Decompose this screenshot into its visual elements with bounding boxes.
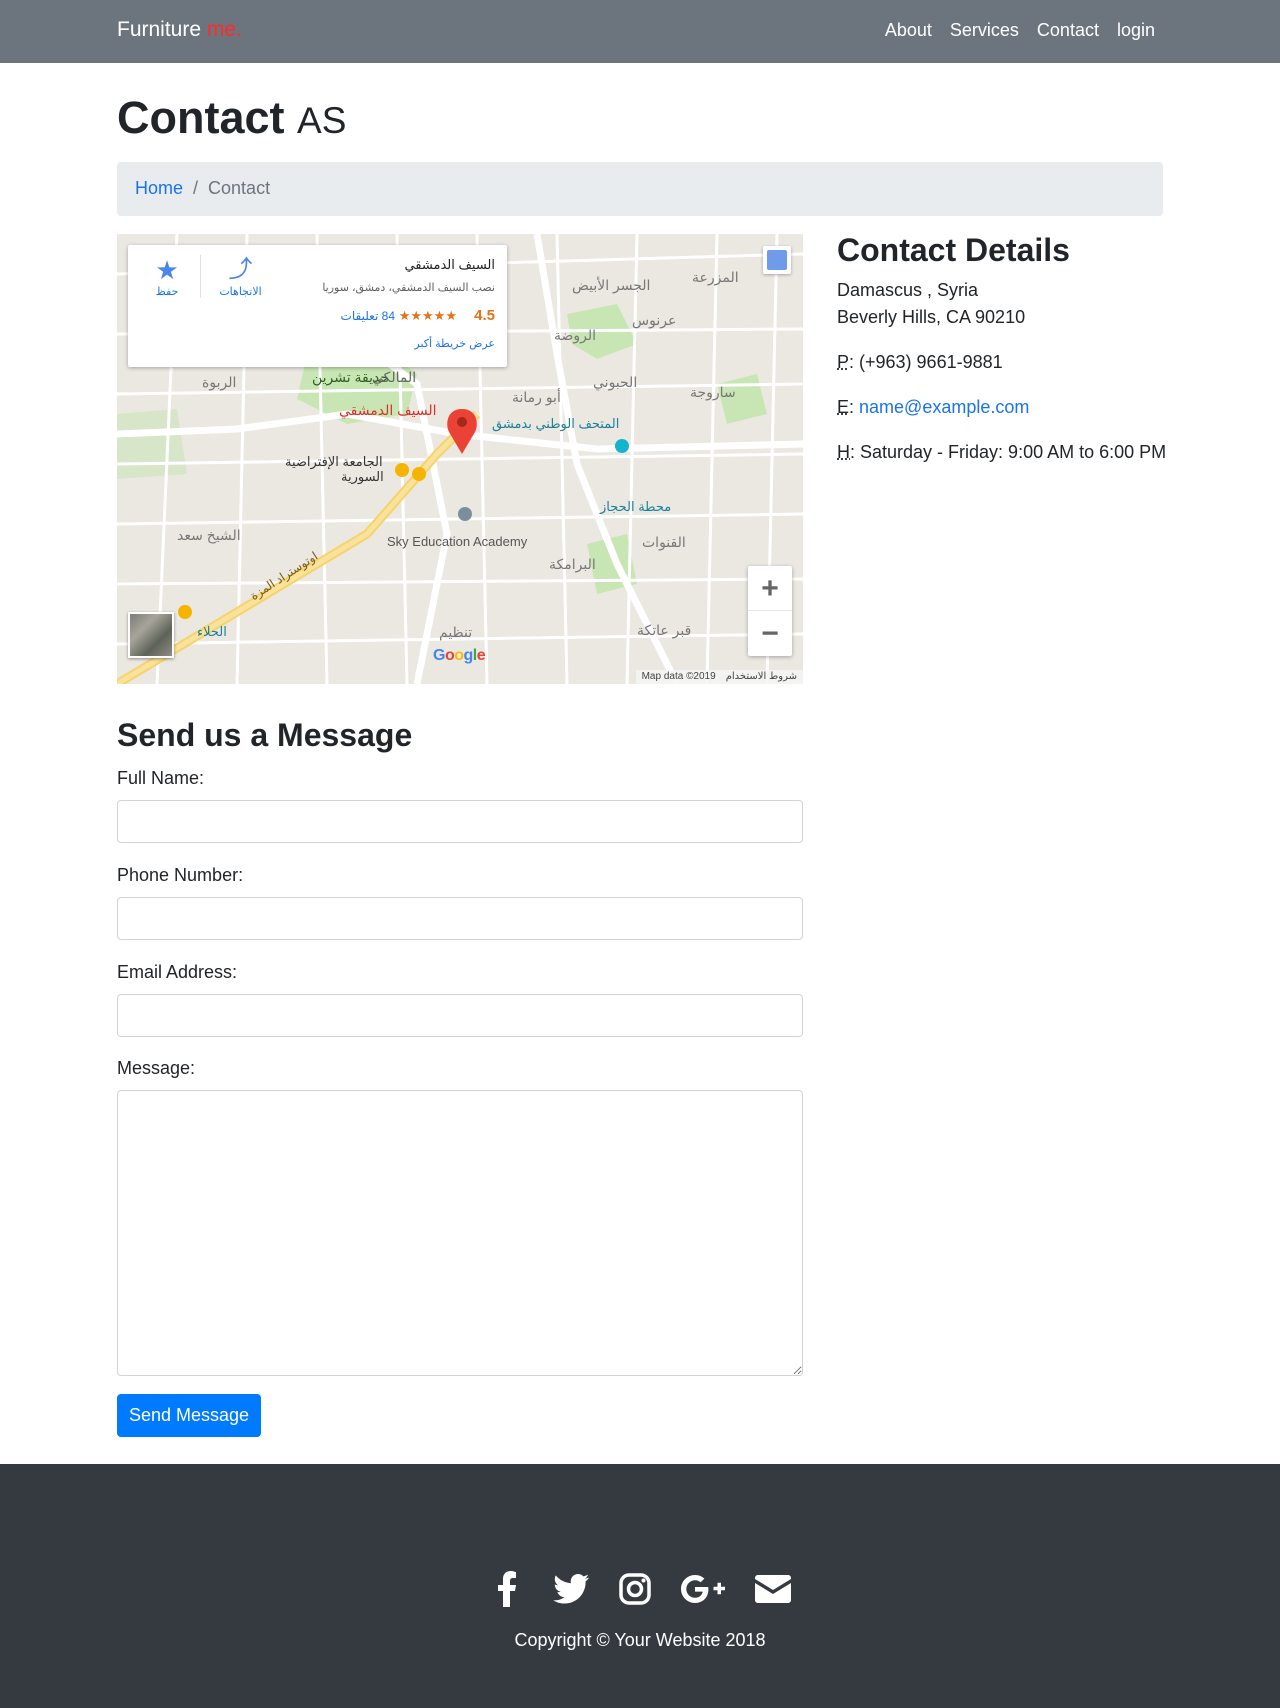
contact-hours: H: Saturday - Friday: 9:00 AM to 6:00 PM (837, 439, 1177, 466)
map-label-sarouja: ساروجة (690, 384, 736, 400)
brand-main: Furniture (117, 18, 202, 41)
map-label-qanawat: القنوات (642, 534, 686, 550)
email-abbr: E (837, 397, 850, 417)
hours-abbr: H (837, 442, 850, 462)
nav-links: About Services Contact login (885, 20, 1155, 41)
zoom-in-button[interactable]: + (748, 566, 792, 611)
map-label-museum: المتحف الوطني بدمشق (492, 416, 620, 431)
full-name-input[interactable] (117, 800, 803, 843)
breadcrumb-home[interactable]: Home (135, 178, 183, 200)
map-label-qasr: قبر عاتكة (637, 622, 692, 638)
zoom-out-button[interactable]: − (748, 611, 792, 656)
google-plus-icon[interactable] (680, 1570, 728, 1608)
nav-link-services[interactable]: Services (950, 20, 1019, 41)
map-reviews-link[interactable]: 84 تعليقات (341, 309, 395, 323)
google-map[interactable]: السيف الدمشقي حديقة تشرين المتحف الوطني … (117, 234, 803, 684)
message-label: Message: (117, 1058, 196, 1078)
contact-email-link[interactable]: name@example.com (859, 397, 1029, 417)
page-subtitle: AS (297, 100, 347, 141)
full-name-label: Full Name: (117, 768, 205, 788)
phone-label: Phone Number: (117, 865, 244, 885)
map-place-rating: 4.5 (474, 307, 495, 324)
map-label-baramkeh: البرامكة (549, 556, 596, 572)
map-label-arnous: عرنوس (632, 312, 677, 328)
map-save-label: حفظ (155, 286, 179, 298)
nav-link-login[interactable]: login (1117, 20, 1155, 41)
directions-icon: ⤴ (228, 256, 253, 283)
email-input[interactable] (117, 994, 803, 1037)
map-place-address: نصب السيف الدمشقي، دمشق، سوريا (322, 282, 495, 294)
map-place-name: السيف الدمشقي (404, 257, 495, 272)
breadcrumb: Home / Contact (117, 162, 1163, 216)
map-zoom-control: + − (748, 566, 792, 656)
map-terms-link[interactable]: شروط الاستخدام (726, 671, 797, 683)
map-larger-link[interactable]: عرض خريطة أكبر (414, 337, 495, 350)
page-title: Contact AS (117, 92, 346, 144)
contact-hours-value: : Saturday - Friday: 9:00 AM to 6:00 PM (850, 442, 1167, 462)
page-title-main: Contact (117, 92, 285, 143)
nav-link-about[interactable]: About (885, 20, 932, 41)
map-attribution: Map data ©2019 شروط الاستخدام (635, 670, 803, 684)
navbar: Furniture me. About Services Contact log… (0, 0, 1280, 63)
map-label-station: محطة الحجاز (600, 499, 672, 514)
envelope-icon[interactable] (754, 1570, 792, 1608)
map-place-card: ★ حفظ ⤴ الاتجاهات السيف الدمشقي نصب السي… (128, 245, 507, 367)
contact-email: E: name@example.com (837, 394, 1177, 421)
send-message-button[interactable]: Send Message (117, 1394, 261, 1437)
contact-email-sep: : (849, 397, 860, 417)
map-label-university-2: السورية (341, 469, 384, 484)
map-label-rabweh: الربوة (202, 374, 237, 390)
map-label-halbouni: الحبوني (593, 374, 638, 390)
nav-link-contact[interactable]: Contact (1037, 20, 1099, 41)
google-logo: Google (433, 647, 486, 664)
map-label-rawda: الروضة (554, 327, 597, 343)
map-label-malki: المالكي (372, 369, 417, 385)
map-directions-label: الاتجاهات (219, 286, 262, 298)
twitter-icon[interactable] (552, 1570, 590, 1608)
copyright-text: Copyright © Your Website 2018 (514, 1630, 766, 1650)
contact-phone: P: (+963) 9661-9881 (837, 349, 1177, 376)
brand-accent: me. (206, 18, 242, 41)
message-textarea[interactable] (117, 1090, 803, 1376)
contact-details: Contact Details Damascus , Syria Beverly… (837, 232, 1177, 466)
map-label-marker: السيف الدمشقي (339, 402, 437, 418)
map-label-jisr: الجسر الأبيض (572, 277, 651, 293)
star-icon: ★ (155, 255, 179, 285)
contact-phone-value: : (+963) 9661-9881 (849, 352, 1003, 372)
map-directions-button[interactable]: ⤴ الاتجاهات (200, 255, 280, 298)
map-data-credit: Map data ©2019 (641, 671, 716, 682)
map-rating-stars: ★★★★★ (398, 308, 457, 323)
contact-address-line-2: Beverly Hills, CA 90210 (837, 307, 1026, 327)
map-label-mazraa: المزرعة (692, 269, 739, 285)
email-label: Email Address: (117, 962, 238, 982)
footer: Copyright © Your Website 2018 (0, 1464, 1280, 1708)
map-label-sheikh-saad: الشيخ سعد (177, 527, 241, 543)
breadcrumb-separator: / (193, 178, 199, 198)
brand-logo[interactable]: Furniture me. (117, 18, 242, 42)
social-links (0, 1570, 1280, 1608)
map-label-hilla: الحلاء (197, 624, 227, 639)
phone-abbr: P (837, 352, 850, 372)
street-view-icon[interactable] (763, 246, 791, 274)
map-save-button[interactable]: ★ حفظ (142, 255, 192, 298)
form-title: Send us a Message (117, 717, 413, 753)
contact-address-line-1: Damascus , Syria (837, 280, 979, 300)
map-label-abu-rummaneh: أبو رمانة (512, 389, 561, 405)
map-label-tanzim: تنظيم (439, 624, 473, 640)
map-label-university-1: الجامعة الإفتراضية (285, 454, 383, 469)
satellite-toggle[interactable] (128, 612, 174, 658)
breadcrumb-current: Contact (208, 178, 271, 198)
facebook-icon[interactable] (488, 1570, 526, 1608)
instagram-icon[interactable] (616, 1570, 654, 1608)
contact-details-heading: Contact Details (837, 232, 1070, 268)
phone-input[interactable] (117, 897, 803, 940)
map-label-academy: Sky Education Academy (387, 534, 528, 549)
